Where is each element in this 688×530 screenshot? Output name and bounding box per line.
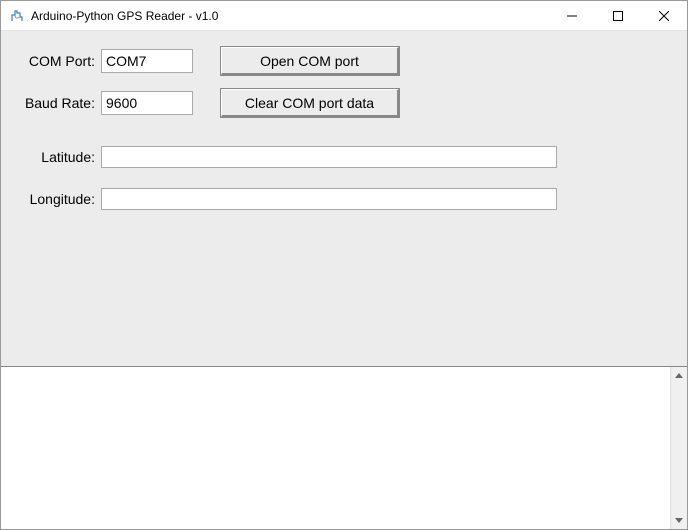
baud-row: Baud Rate: Clear COM port data <box>19 89 669 117</box>
app-icon <box>9 8 25 24</box>
longitude-input[interactable] <box>101 188 557 210</box>
close-button[interactable] <box>641 1 687 30</box>
comport-input[interactable] <box>101 49 193 73</box>
baud-label: Baud Rate: <box>19 95 101 111</box>
output-panel <box>1 366 687 529</box>
longitude-row: Longitude: <box>19 185 669 213</box>
maximize-button[interactable] <box>595 1 641 30</box>
comport-row: COM Port: Open COM port <box>19 47 669 75</box>
scroll-up-icon[interactable] <box>671 367 688 384</box>
latitude-input[interactable] <box>101 146 557 168</box>
window-controls <box>549 1 687 30</box>
app-window: Arduino-Python GPS Reader - v1.0 COM Por… <box>0 0 688 530</box>
baud-input[interactable] <box>101 91 193 115</box>
output-textarea[interactable] <box>1 367 670 529</box>
form-panel: COM Port: Open COM port Baud Rate: Clear… <box>1 31 687 366</box>
titlebar: Arduino-Python GPS Reader - v1.0 <box>1 1 687 31</box>
scroll-down-icon[interactable] <box>671 512 688 529</box>
comport-label: COM Port: <box>19 53 101 69</box>
latitude-label: Latitude: <box>19 149 101 165</box>
latitude-row: Latitude: <box>19 143 669 171</box>
client-area: COM Port: Open COM port Baud Rate: Clear… <box>1 31 687 529</box>
minimize-button[interactable] <box>549 1 595 30</box>
spacer <box>19 131 669 143</box>
output-scrollbar[interactable] <box>670 367 687 529</box>
clear-data-button[interactable]: Clear COM port data <box>221 89 399 117</box>
open-port-button[interactable]: Open COM port <box>221 47 399 75</box>
longitude-label: Longitude: <box>19 191 101 207</box>
window-title: Arduino-Python GPS Reader - v1.0 <box>31 9 549 23</box>
